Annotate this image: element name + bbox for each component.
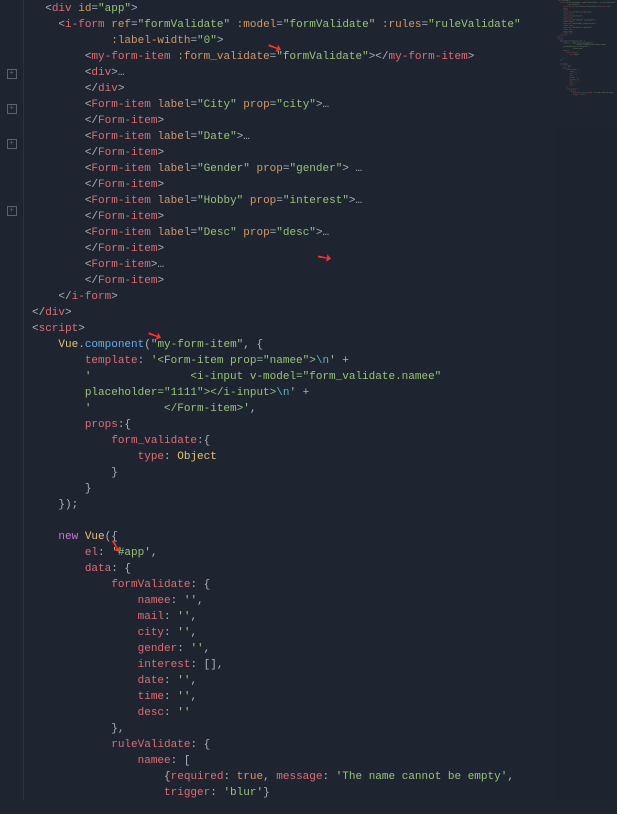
code-line[interactable]: placeholder="1111"></i-input>\n' + [32,386,617,402]
code-line[interactable]: props:{ [32,418,617,434]
code-line[interactable]: {required: true, message: 'The name cann… [32,770,617,786]
code-line[interactable]: time: '', [32,690,617,706]
code-area[interactable]: <div id="app"> <i-form ref="formValidate… [24,0,617,800]
code-line[interactable]: </i-form> [32,290,617,306]
code-line[interactable]: desc: '' [32,706,617,722]
code-line[interactable]: }); [32,498,617,514]
code-line[interactable]: formValidate: { [32,578,617,594]
code-line[interactable]: ruleValidate: { [32,738,617,754]
code-line[interactable]: } [32,482,617,498]
fold-toggle[interactable]: + [7,139,17,149]
fold-toggle[interactable]: + [7,69,17,79]
code-line[interactable]: el: '#app', [32,546,617,562]
fold-toggle[interactable]: + [7,206,17,216]
code-line[interactable]: new Vue({ [32,530,617,546]
code-line[interactable]: <div>… [32,66,617,82]
code-line[interactable]: city: '', [32,626,617,642]
code-line[interactable]: data: { [32,562,617,578]
code-line[interactable]: ' <i-input v-model="form_validate.namee" [32,370,617,386]
code-line[interactable]: template: '<Form-item prop="namee">\n' + [32,354,617,370]
code-line[interactable]: Vue.component("my-form-item", { [32,338,617,354]
code-line[interactable]: </Form-item> [32,178,617,194]
code-line[interactable]: ' </Form-item>', [32,402,617,418]
code-line[interactable]: }, [32,722,617,738]
fold-toggle[interactable]: + [7,104,17,114]
code-line[interactable]: </Form-item> [32,210,617,226]
code-line[interactable]: <Form-item label="Date">… [32,130,617,146]
code-line[interactable]: <div id="app"> [32,2,617,18]
code-line[interactable]: gender: '', [32,642,617,658]
code-line[interactable]: <i-form ref="formValidate" :model="formV… [32,18,617,34]
code-line[interactable]: namee: [ [32,754,617,770]
code-line[interactable]: } [32,466,617,482]
code-line[interactable]: </Form-item> [32,242,617,258]
code-line[interactable]: <Form-item label="Gender" prop="gender">… [32,162,617,178]
minimap[interactable]: <div id="app"> <i-form ref="formValidate… [557,0,617,800]
code-line[interactable]: <Form-item label="Desc" prop="desc">… [32,226,617,242]
code-line[interactable]: mail: '', [32,610,617,626]
code-line[interactable]: </div> [32,82,617,98]
code-line[interactable]: </div> [32,306,617,322]
code-line[interactable]: trigger: 'blur'} [557,94,617,96]
code-line[interactable]: </Form-item> [32,114,617,130]
code-line[interactable]: :label-width="0"> [32,34,617,50]
code-line[interactable]: </Form-item> [32,146,617,162]
code-line[interactable]: </Form-item> [32,274,617,290]
code-line[interactable]: form_validate:{ [32,434,617,450]
code-editor[interactable]: + + + + <div id="app"> <i-form ref="formVal… [0,0,617,800]
code-line[interactable]: type: Object [32,450,617,466]
code-line[interactable]: <Form-item>… [32,258,617,274]
code-line[interactable]: namee: '', [32,594,617,610]
code-line[interactable]: <Form-item label="City" prop="city">… [32,98,617,114]
code-line[interactable] [32,514,617,530]
code-line[interactable]: interest: [], [32,658,617,674]
code-line[interactable]: <my-form-item :form_validate="formValida… [32,50,617,66]
gutter: + + + + [0,0,24,800]
code-line[interactable]: <Form-item label="Hobby" prop="interest"… [32,194,617,210]
code-line[interactable]: <script> [32,322,617,338]
code-line[interactable]: date: '', [32,674,617,690]
